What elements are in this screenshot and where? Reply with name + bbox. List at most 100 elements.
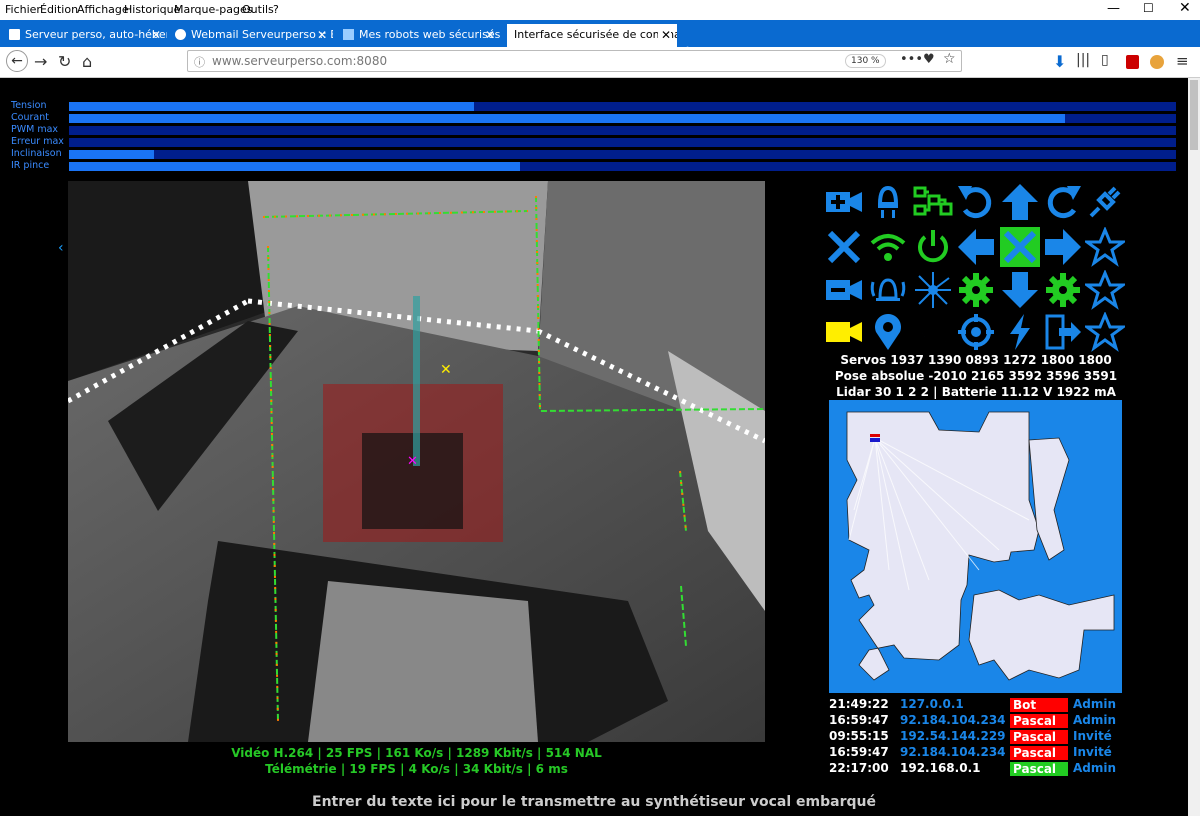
arrow-up-icon[interactable] — [1000, 182, 1040, 222]
more-icon[interactable]: ••• — [900, 52, 923, 67]
pocket-icon[interactable]: ♥ — [923, 52, 935, 67]
session-ip: 92.184.104.234 — [900, 745, 1006, 759]
tts-input[interactable]: Entrer du texte ici pour le transmettre … — [0, 794, 1188, 810]
scrollbar[interactable] — [1188, 78, 1200, 816]
info-icon[interactable]: ⓘ — [194, 54, 205, 70]
menu-outils[interactable]: Outils — [242, 3, 274, 16]
bar-fill — [69, 162, 520, 171]
home-icon[interactable]: ⌂ — [82, 52, 92, 71]
menu-affichage[interactable]: Affichage — [77, 3, 129, 16]
bar-label: Inclinaison — [11, 148, 62, 159]
extension-icon[interactable] — [1150, 55, 1164, 69]
close-window-icon[interactable]: ✕ — [1179, 0, 1191, 16]
bar-track — [69, 150, 1176, 159]
wifi-icon[interactable] — [868, 227, 908, 267]
gear-icon[interactable] — [956, 270, 996, 310]
tab-label: Mes robots web sécurisés avec — [359, 28, 501, 41]
bolt-icon[interactable] — [1000, 312, 1040, 352]
bar-track — [69, 126, 1176, 135]
star-icon[interactable] — [1085, 270, 1125, 310]
table-row: 21:49:22 127.0.0.1 Bot Admin — [829, 697, 1122, 713]
tab-label: Serveur perso, auto-hébergem — [25, 28, 167, 41]
url-text: www.serveurperso.com:8080 — [212, 54, 388, 68]
session-time: 16:59:47 — [829, 745, 889, 759]
svg-text:✕: ✕ — [407, 454, 418, 469]
menu-fichier[interactable]: Fichier — [5, 3, 41, 16]
target-icon[interactable] — [956, 312, 996, 352]
bookmark-star-icon[interactable]: ☆ — [943, 51, 956, 67]
exit-icon[interactable] — [1043, 312, 1083, 352]
bar-fill — [69, 114, 1066, 123]
diagram-icon[interactable] — [913, 182, 953, 222]
camera-plus-icon[interactable] — [824, 182, 864, 222]
bar-label: Tension — [11, 100, 47, 111]
sleep-icon[interactable]: z — [913, 312, 953, 352]
rotate-left-icon[interactable] — [956, 182, 996, 222]
scroll-thumb[interactable] — [1190, 80, 1198, 150]
tab-bar: Serveur perso, auto-hébergem ✕ Webmail S… — [0, 20, 1200, 63]
plug-icon[interactable] — [1085, 182, 1125, 222]
menu-edition[interactable]: Édition — [40, 3, 78, 16]
rotate-right-icon[interactable] — [1043, 182, 1083, 222]
reload-icon[interactable]: ↻ — [58, 52, 71, 71]
table-row: 16:59:47 92.184.104.234 Pascal Admin — [829, 713, 1122, 729]
light-icon[interactable] — [868, 182, 908, 222]
location-icon[interactable] — [868, 312, 908, 352]
session-time: 22:17:00 — [829, 761, 889, 775]
video-status: Vidéo H.264 | 25 FPS | 161 Ko/s | 1289 K… — [231, 746, 602, 760]
alarm-icon[interactable] — [868, 270, 908, 310]
tab-interface[interactable]: Interface sécurisée de commande d ✕ — [507, 24, 677, 47]
tab-close-icon[interactable]: ✕ — [151, 24, 161, 46]
lidar-battery-status: Lidar 30 1 2 2 | Batterie 11.12 V 1922 m… — [836, 385, 1116, 399]
svg-text:z: z — [933, 324, 939, 337]
menu-bar: Fichier Édition Affichage Historique Mar… — [0, 0, 1200, 20]
tab-robots[interactable]: Mes robots web sécurisés avec ✕ — [337, 24, 501, 47]
tab-close-icon[interactable]: ✕ — [657, 24, 671, 46]
tab-serveur-perso[interactable]: Serveur perso, auto-hébergem ✕ — [3, 24, 167, 47]
collapse-panel-icon[interactable]: ‹ — [58, 240, 64, 256]
minimize-icon[interactable]: — — [1107, 1, 1120, 16]
sidebar-icon[interactable]: ▯ — [1101, 52, 1109, 68]
power-icon[interactable] — [913, 227, 953, 267]
gear-icon[interactable] — [1043, 270, 1083, 310]
back-icon[interactable]: ← — [6, 50, 28, 72]
menu-help[interactable]: ? — [273, 3, 279, 16]
library-icon[interactable]: ||| — [1076, 52, 1090, 68]
menu-historique[interactable]: Historique — [124, 3, 180, 16]
tab-webmail[interactable]: Webmail Serveurperso :: Boîte d ✕ — [169, 24, 333, 47]
tab-label: Interface sécurisée de commande d — [514, 28, 677, 41]
url-bar[interactable]: ⓘ www.serveurperso.com:8080 130 % ••• ♥ … — [187, 50, 962, 72]
camera-icon[interactable] — [824, 270, 864, 310]
bar-label: PWM max — [11, 124, 59, 135]
ublock-icon[interactable] — [1126, 55, 1139, 69]
bar-label: Erreur max — [11, 136, 64, 147]
session-user: Pascal — [1010, 714, 1068, 728]
session-role: Invité — [1073, 729, 1112, 743]
session-role: Admin — [1073, 697, 1117, 711]
zoom-level[interactable]: 130 % — [845, 54, 886, 68]
table-row: 16:59:47 92.184.104.234 Pascal Invité — [829, 745, 1122, 761]
arrow-right-icon[interactable] — [1043, 227, 1083, 267]
close-icon[interactable] — [824, 227, 864, 267]
star-icon[interactable] — [1085, 312, 1125, 352]
forward-icon[interactable]: → — [34, 52, 47, 71]
stop-icon[interactable] — [1000, 227, 1040, 267]
arrow-left-icon[interactable] — [956, 227, 996, 267]
maximize-icon[interactable]: ☐ — [1143, 1, 1154, 15]
session-ip: 192.54.144.229 — [900, 729, 1006, 743]
tab-close-icon[interactable]: ✕ — [485, 24, 495, 46]
lidar-map[interactable] — [829, 400, 1122, 693]
menu-hamburger-icon[interactable]: ≡ — [1176, 52, 1189, 70]
camera-view[interactable]: ✕ ✕ — [68, 181, 765, 742]
arrow-down-icon[interactable] — [1000, 270, 1040, 310]
star-icon[interactable] — [1085, 227, 1125, 267]
nav-bar: ← → ↻ ⌂ ⓘ www.serveurperso.com:8080 130 … — [0, 47, 1200, 78]
laser-icon[interactable] — [913, 270, 953, 310]
session-user: Bot — [1010, 698, 1068, 712]
page-icon — [343, 29, 354, 40]
video-icon[interactable] — [824, 312, 864, 352]
session-user: Pascal — [1010, 746, 1068, 760]
menu-marque-pages[interactable]: Marque-pages — [174, 3, 252, 16]
download-icon[interactable]: ⬇ — [1053, 52, 1066, 71]
tab-close-icon[interactable]: ✕ — [317, 24, 327, 46]
